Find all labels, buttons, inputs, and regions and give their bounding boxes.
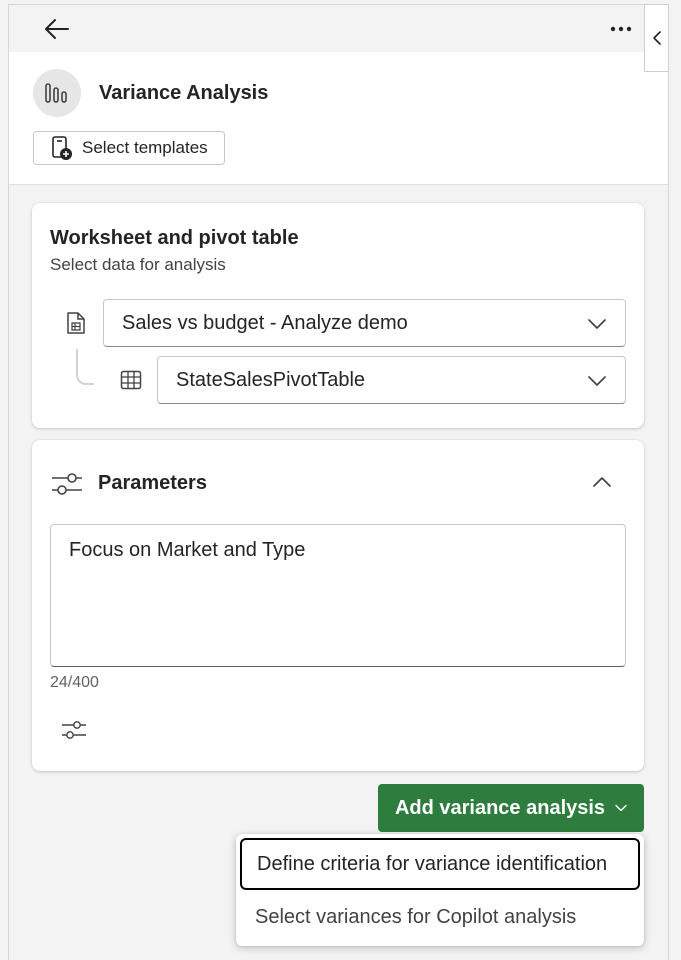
chevron-up-icon: [593, 477, 611, 487]
parameters-title: Parameters: [98, 472, 207, 494]
chevron-down-icon: [588, 319, 606, 329]
worksheet-card-title: Worksheet and pivot table: [50, 227, 299, 249]
more-horizontal-icon: [610, 26, 632, 32]
options-sliders-icon: [52, 473, 82, 495]
worksheet-card-subtitle: Select data for analysis: [50, 255, 226, 274]
chevron-left-icon: [652, 31, 661, 45]
select-templates-button[interactable]: Select templates: [33, 131, 225, 165]
more-options-button[interactable]: [601, 13, 641, 45]
parameters-card: Parameters Focus on Market and Type 24/4…: [32, 440, 644, 771]
pivot-table-dropdown[interactable]: StateSalesPivotTable: [157, 356, 626, 404]
template-add-icon: [52, 136, 72, 160]
menu-item-define-criteria[interactable]: Define criteria for variance identificat…: [240, 838, 640, 890]
pane-header: Variance Analysis Select templates: [8, 52, 669, 185]
advanced-options-button[interactable]: [58, 714, 90, 746]
top-bar: [9, 5, 668, 53]
parameters-textarea[interactable]: Focus on Market and Type: [50, 524, 626, 667]
pivot-table-dropdown-value: StateSalesPivotTable: [176, 368, 366, 391]
add-variance-menu: Define criteria for variance identificat…: [236, 834, 644, 946]
character-counter: 24/400: [50, 674, 99, 691]
table-icon: [120, 370, 142, 390]
back-button[interactable]: [37, 13, 77, 45]
chevron-down-icon: [588, 376, 606, 386]
bar-chart-icon: [45, 83, 67, 103]
add-variance-analysis-button[interactable]: Add variance analysis: [378, 784, 644, 832]
collapse-pane-button[interactable]: [644, 4, 669, 72]
select-templates-label: Select templates: [82, 138, 208, 157]
chevron-down-icon: [615, 804, 627, 812]
add-variance-analysis-label: Add variance analysis: [394, 796, 606, 819]
page-title: Variance Analysis: [99, 82, 269, 104]
tree-connector: [76, 349, 94, 385]
worksheet-card: Worksheet and pivot table Select data fo…: [32, 203, 644, 428]
worksheet-dropdown-value: Sales vs budget - Analyze demo: [122, 311, 408, 334]
arrow-left-icon: [45, 19, 69, 39]
worksheet-file-icon: [67, 312, 85, 334]
variance-analysis-logo: [33, 69, 81, 117]
worksheet-dropdown[interactable]: Sales vs budget - Analyze demo: [103, 299, 626, 347]
menu-item-select-variances[interactable]: Select variances for Copilot analysis: [240, 891, 640, 943]
options-sliders-icon: [62, 721, 86, 739]
collapse-parameters-button[interactable]: [588, 470, 616, 494]
